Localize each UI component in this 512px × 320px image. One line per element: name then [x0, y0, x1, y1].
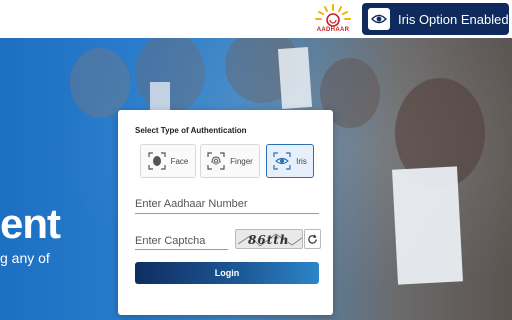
hero-id-card [392, 166, 463, 285]
captcha-input[interactable]: Enter Captcha [135, 231, 228, 250]
iris-option-label: Iris Option Enabled [398, 11, 509, 27]
captcha-image: 86tth [235, 229, 303, 249]
captcha-text: 86tth [248, 233, 290, 247]
hero-id-card [277, 47, 313, 109]
aadhaar-logo: AADHAAR [311, 3, 355, 35]
aadhaar-number-field[interactable]: Enter Aadhaar Number [135, 194, 319, 214]
login-button[interactable]: Login [135, 262, 319, 284]
iris-icon [368, 8, 390, 30]
aadhaar-logo-text: AADHAAR [316, 27, 350, 33]
hero-subtitle: g any of [0, 250, 50, 266]
auth-type-title: Select Type of Authentication [135, 126, 247, 135]
hero-person [70, 48, 130, 118]
captcha-refresh-button[interactable] [304, 229, 321, 249]
iris-option-badge[interactable]: Iris Option Enabled [362, 3, 509, 35]
auth-option-face[interactable]: Face [140, 144, 196, 178]
top-bar: AADHAAR Iris Option Enabled [0, 0, 512, 38]
face-scan-icon [147, 152, 166, 170]
auth-option-finger-label: Finger [230, 156, 253, 166]
auth-option-iris[interactable]: Iris [266, 144, 314, 178]
aadhaar-number-placeholder: Enter Aadhaar Number [135, 198, 248, 210]
authentication-card: Select Type of Authentication Face Finge… [118, 110, 333, 315]
auth-option-face-label: Face [170, 156, 189, 166]
fingerprint-icon [207, 152, 225, 170]
refresh-icon [308, 234, 317, 244]
auth-option-finger[interactable]: Finger [200, 144, 260, 178]
auth-option-iris-label: Iris [296, 156, 307, 166]
hero-title: ent [0, 200, 61, 247]
iris-icon [273, 152, 291, 170]
aadhaar-sun-icon [315, 4, 351, 27]
captcha-placeholder: Enter Captcha [135, 235, 206, 247]
